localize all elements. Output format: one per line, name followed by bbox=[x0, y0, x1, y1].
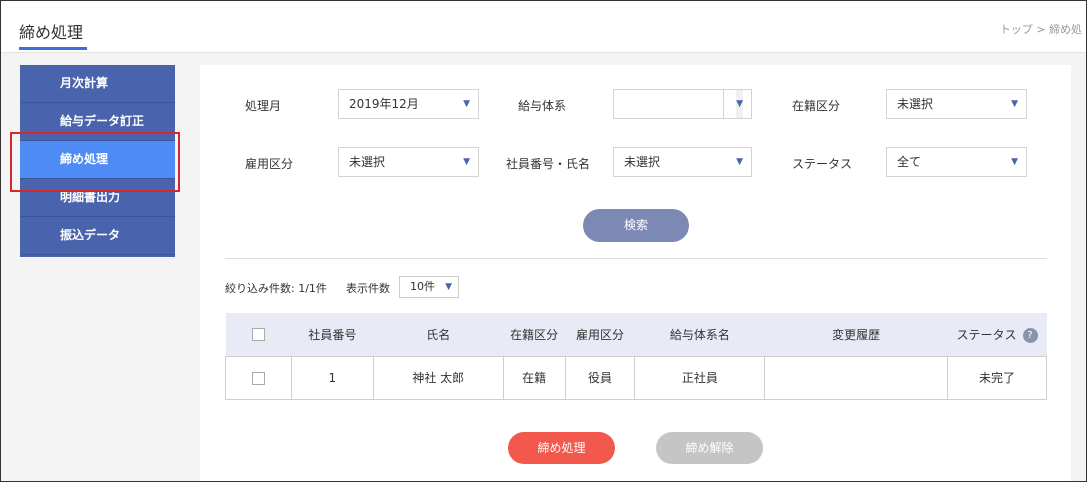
employee-select[interactable]: 未選択 ▼ bbox=[613, 147, 752, 177]
per-page-value: 10件 bbox=[410, 280, 435, 293]
cell-pay-system: 正社員 bbox=[634, 355, 766, 400]
app-window: 締め処理 トップ > 締め処 月次計算 給与データ訂正 締め処理 明細書出力 振… bbox=[0, 0, 1087, 482]
chevron-down-icon: ▼ bbox=[736, 157, 743, 167]
chevron-down-icon: ▼ bbox=[445, 282, 452, 292]
pay-system-select[interactable]: ▼ bbox=[613, 89, 752, 119]
header-status-label: ステータス bbox=[956, 327, 1017, 342]
month-label: 処理月 bbox=[245, 99, 282, 113]
employee-label: 社員番号・氏名 bbox=[506, 157, 591, 171]
help-icon[interactable]: ? bbox=[1022, 327, 1038, 343]
month-select[interactable]: 2019年12月 ▼ bbox=[338, 89, 479, 119]
cell-enrollment: 在籍 bbox=[502, 355, 566, 400]
row-select-cell bbox=[225, 355, 292, 400]
employment-value: 未選択 bbox=[349, 155, 386, 169]
table-header-row: 社員番号 氏名 在籍区分 雇用区分 給与体系名 変更履歴 ステータス? bbox=[225, 313, 1047, 356]
header-employee-no: 社員番号 bbox=[291, 313, 374, 356]
chevron-down-icon: ▼ bbox=[1011, 99, 1018, 109]
select-separator bbox=[723, 90, 724, 118]
header-name: 氏名 bbox=[373, 313, 504, 356]
row-checkbox[interactable] bbox=[251, 371, 265, 385]
header-history: 変更履歴 bbox=[764, 313, 948, 356]
search-button[interactable]: 検索 bbox=[583, 209, 689, 242]
cell-status: 未完了 bbox=[947, 355, 1047, 400]
chevron-down-icon: ▼ bbox=[736, 90, 743, 118]
chevron-down-icon: ▼ bbox=[1011, 157, 1018, 167]
status-label: ステータス bbox=[792, 157, 853, 171]
cell-employee-no: 1 bbox=[290, 355, 374, 400]
sidebar-item-transfer-data[interactable]: 振込データ bbox=[20, 217, 175, 255]
release-close-button[interactable]: 締め解除 bbox=[656, 432, 763, 464]
chevron-down-icon: ▼ bbox=[463, 157, 470, 167]
select-all-cell bbox=[225, 313, 292, 356]
highlight-annotation bbox=[10, 132, 180, 192]
per-page-select[interactable]: 10件 ▼ bbox=[399, 276, 459, 298]
header-status: ステータス? bbox=[947, 313, 1047, 356]
header-enrollment: 在籍区分 bbox=[503, 313, 566, 356]
enrollment-value: 未選択 bbox=[897, 97, 934, 111]
header-pay-system: 給与体系名 bbox=[634, 313, 765, 356]
breadcrumb[interactable]: トップ > 締め処 bbox=[1000, 21, 1082, 37]
month-value: 2019年12月 bbox=[349, 97, 419, 111]
cell-employment: 役員 bbox=[564, 355, 636, 400]
divider bbox=[225, 258, 1047, 259]
close-process-button[interactable]: 締め処理 bbox=[508, 432, 615, 464]
page-title: 締め処理 bbox=[19, 23, 84, 42]
table-row: 1 神社 太郎 在籍 役員 正社員 未完了 bbox=[225, 355, 1047, 400]
employment-label: 雇用区分 bbox=[245, 157, 294, 171]
result-count: 絞り込み件数: 1/1件 bbox=[225, 282, 327, 295]
page-header: 締め処理 トップ > 締め処 bbox=[1, 1, 1086, 53]
pay-system-label: 給与体系 bbox=[518, 99, 567, 113]
chevron-down-icon: ▼ bbox=[463, 99, 470, 109]
employment-select[interactable]: 未選択 ▼ bbox=[338, 147, 479, 177]
per-page-label: 表示件数 bbox=[346, 282, 390, 295]
main-panel bbox=[200, 65, 1071, 481]
status-value: 全て bbox=[897, 155, 922, 169]
enrollment-select[interactable]: 未選択 ▼ bbox=[886, 89, 1027, 119]
sidebar-item-monthly-calc[interactable]: 月次計算 bbox=[20, 65, 175, 103]
cell-name: 神社 太郎 bbox=[372, 355, 504, 400]
select-all-checkbox[interactable] bbox=[251, 328, 265, 342]
cell-history bbox=[764, 355, 949, 400]
employee-value: 未選択 bbox=[624, 155, 661, 169]
header-employment: 雇用区分 bbox=[565, 313, 635, 356]
enrollment-label: 在籍区分 bbox=[792, 99, 841, 113]
title-underline bbox=[19, 47, 87, 50]
results-table: 社員番号 氏名 在籍区分 雇用区分 給与体系名 変更履歴 ステータス? 1 神社… bbox=[225, 313, 1047, 400]
status-select[interactable]: 全て ▼ bbox=[886, 147, 1027, 177]
